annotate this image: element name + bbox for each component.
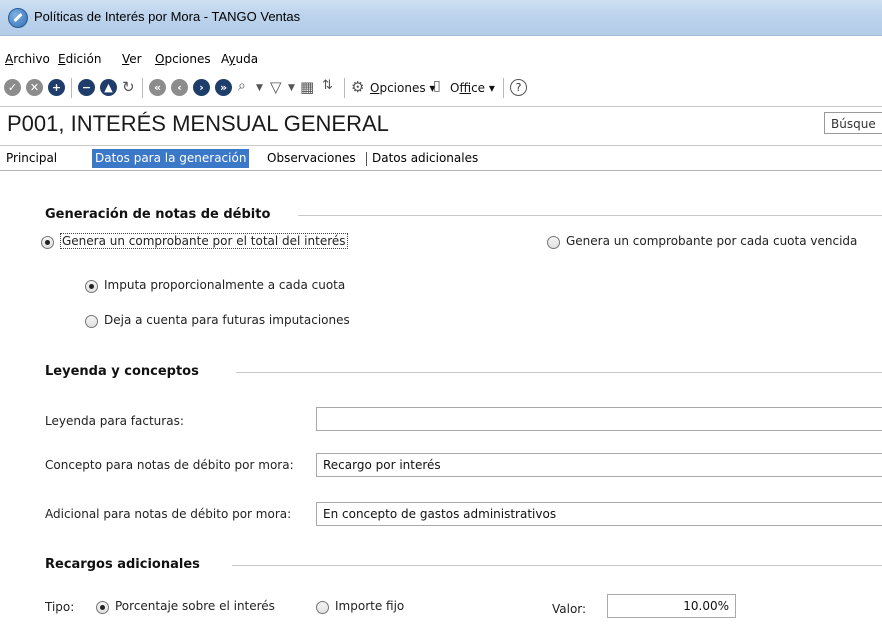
refresh-icon[interactable]: ↻ xyxy=(122,78,135,96)
accept-icon[interactable]: ✓ xyxy=(4,79,21,96)
filter-icon[interactable]: ▽ xyxy=(270,78,282,96)
office-icon: ▯ xyxy=(433,78,441,94)
section-divider xyxy=(298,215,882,216)
tipo-label: Tipo: xyxy=(45,600,75,614)
section-title-recargos: Recargos adicionales xyxy=(45,557,200,572)
menu-ver[interactable]: Ver xyxy=(122,52,142,66)
section-title-generacion: Generación de notas de débito xyxy=(45,207,271,222)
tab-observaciones[interactable]: Observaciones xyxy=(264,149,359,168)
radio-total-interes-label[interactable]: Genera un comprobante por el total del i… xyxy=(60,233,348,249)
radio-total-interes[interactable] xyxy=(41,236,54,249)
delete-icon[interactable]: − xyxy=(78,79,95,96)
chevron-down-icon[interactable]: ▼ xyxy=(288,83,295,93)
adicional-label: Adicional para notas de débito por mora: xyxy=(45,507,292,521)
radio-deja-a-cuenta[interactable] xyxy=(85,315,98,328)
menu-ayuda[interactable]: Ayuda xyxy=(221,52,258,66)
menu-archivo[interactable]: Archivo xyxy=(5,52,50,66)
last-record-icon[interactable]: » xyxy=(215,79,232,96)
chevron-down-icon[interactable]: ▼ xyxy=(256,83,263,93)
radio-deja-a-cuenta-label[interactable]: Deja a cuenta para futuras imputaciones xyxy=(104,313,350,327)
binoculars-icon[interactable]: ⌕ xyxy=(238,78,246,94)
add-icon[interactable]: + xyxy=(48,79,65,96)
concepto-field[interactable]: Recargo por interés xyxy=(316,453,882,477)
radio-cada-cuota[interactable] xyxy=(547,236,560,249)
edit-icon[interactable]: ▲ xyxy=(100,79,117,96)
opciones-button[interactable]: Opciones ▾ xyxy=(370,81,435,95)
tab-bar: Principal Datos para la generación Obser… xyxy=(0,146,882,171)
office-button[interactable]: Office ▾ xyxy=(450,81,495,95)
leyenda-facturas-label: Leyenda para facturas: xyxy=(45,414,184,428)
radio-porcentaje-label[interactable]: Porcentaje sobre el interés xyxy=(115,599,275,613)
window-title: Políticas de Interés por Mora - TANGO Ve… xyxy=(34,9,301,24)
tab-datos-generacion[interactable]: Datos para la generación xyxy=(92,149,250,168)
toolbar: ✓ ✕ + − ▲ ↻ « ‹ › » ⌕ ▼ ▽ ▼ ▦ ⇅ ⚙ Opcion… xyxy=(0,76,882,102)
radio-porcentaje[interactable] xyxy=(96,601,109,614)
record-header: P001, INTERÉS MENSUAL GENERAL Búsque xyxy=(0,106,882,146)
help-icon[interactable]: ? xyxy=(510,79,527,96)
tab-datos-adicionales[interactable]: Datos adicionales xyxy=(369,149,481,168)
previous-record-icon[interactable]: ‹ xyxy=(171,79,188,96)
section-divider xyxy=(236,372,882,373)
section-title-leyenda: Leyenda y conceptos xyxy=(45,364,199,379)
adicional-field[interactable]: En concepto de gastos administrativos xyxy=(316,502,882,526)
gear-icon: ⚙ xyxy=(351,78,365,96)
valor-field[interactable]: 10.00% xyxy=(607,594,736,618)
tab-principal[interactable]: Principal xyxy=(3,149,60,168)
radio-importe-fijo[interactable] xyxy=(316,601,329,614)
next-record-icon[interactable]: › xyxy=(193,79,210,96)
menu-bar: Archivo Edición Ver Opciones Ayuda xyxy=(0,52,882,72)
concepto-label: Concepto para notas de débito por mora: xyxy=(45,458,294,472)
cancel-icon[interactable]: ✕ xyxy=(26,79,43,96)
page-title: P001, INTERÉS MENSUAL GENERAL xyxy=(7,111,389,136)
radio-importe-fijo-label[interactable]: Importe fijo xyxy=(335,599,404,613)
radio-cada-cuota-label[interactable]: Genera un comprobante por cada cuota ven… xyxy=(566,234,857,248)
grid-icon[interactable]: ▦ xyxy=(300,78,314,96)
radio-imputa-proporcional[interactable] xyxy=(85,280,98,293)
first-record-icon[interactable]: « xyxy=(149,79,166,96)
radio-imputa-proporcional-label[interactable]: Imputa proporcionalmente a cada cuota xyxy=(104,278,345,292)
menu-opciones[interactable]: Opciones xyxy=(155,52,211,66)
search-input[interactable]: Búsque xyxy=(824,112,882,134)
leyenda-facturas-field[interactable] xyxy=(316,407,882,431)
sort-icon[interactable]: ⇅ xyxy=(322,78,333,93)
section-divider xyxy=(232,565,882,566)
app-icon xyxy=(8,8,28,28)
menu-edicion[interactable]: Edición xyxy=(58,52,101,66)
title-bar: Políticas de Interés por Mora - TANGO Ve… xyxy=(0,0,882,36)
valor-label: Valor: xyxy=(552,602,587,616)
